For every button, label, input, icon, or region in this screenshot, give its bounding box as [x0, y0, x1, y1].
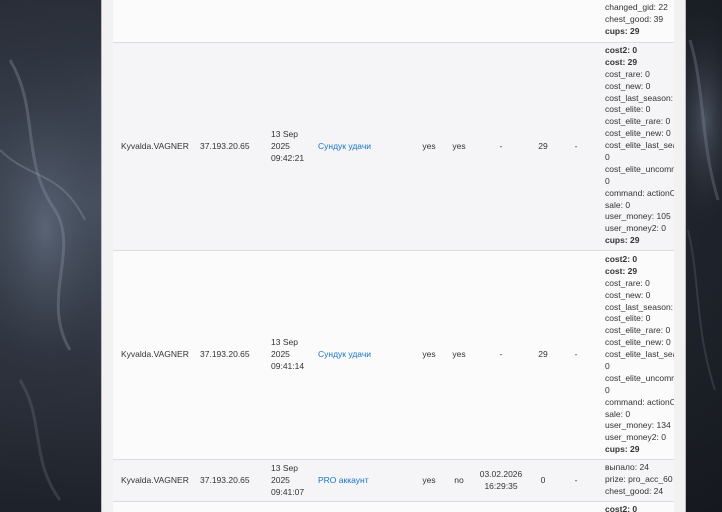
item-link[interactable]: PRO аккаунт — [318, 474, 408, 486]
extra: - — [574, 349, 578, 359]
expires: - — [499, 349, 503, 359]
flag-2: yes — [452, 141, 466, 151]
row-details: changed_gid: 22 chest_good: 39 cups: 29 — [605, 2, 674, 38]
username: Kyvalda.VAGNER — [121, 349, 189, 359]
flag-1: yes — [422, 349, 436, 359]
cost: 29 — [538, 141, 548, 151]
detail-line: chest_good: 39 — [605, 13, 664, 24]
ip-address: 37.193.20.65 — [200, 349, 250, 359]
timestamp: 13 Sep 2025 09:41:14 — [271, 337, 305, 371]
item-link[interactable]: Сундук удачи — [318, 140, 408, 152]
transaction-log-table: changed_gid: 22 chest_good: 39 cups: 29 … — [113, 0, 674, 512]
detail-line: changed_gid: 22 — [605, 2, 668, 12]
flag-2: no — [454, 475, 464, 485]
extra: - — [574, 475, 578, 485]
cost: 0 — [540, 475, 546, 485]
timestamp: 13 Sep 2025 09:41:07 — [271, 463, 305, 497]
table-row: cost2: 0 — [113, 502, 674, 512]
table-row: Kyvalda.VAGNER 37.193.20.65 13 Sep 2025 … — [113, 460, 674, 502]
expires: - — [499, 141, 503, 151]
table-row: Kyvalda.VAGNER 37.193.20.65 13 Sep 2025 … — [113, 251, 674, 460]
table-row: Kyvalda.VAGNER 37.193.20.65 13 Sep 2025 … — [113, 43, 674, 251]
username: Kyvalda.VAGNER — [121, 141, 189, 151]
timestamp: 13 Sep 2025 09:42:21 — [271, 129, 305, 163]
ip-address: 37.193.20.65 — [200, 141, 250, 151]
expires: 03.02.2026 16:29:35 — [479, 469, 523, 491]
username: Kyvalda.VAGNER — [121, 475, 189, 485]
extra: - — [574, 141, 578, 151]
flag-2: yes — [452, 349, 466, 359]
log-panel: changed_gid: 22 chest_good: 39 cups: 29 … — [101, 0, 686, 512]
flag-1: yes — [422, 141, 436, 151]
ip-address: 37.193.20.65 — [200, 475, 250, 485]
cost: 29 — [538, 349, 548, 359]
row-details: выпало: 24 prize: pro_acc_60 chest_good:… — [605, 462, 673, 496]
row-details: cost2: 0 — [605, 504, 638, 512]
detail-line: cups: 29 — [605, 25, 640, 36]
table-row: changed_gid: 22 chest_good: 39 cups: 29 — [113, 0, 674, 43]
flag-1: yes — [422, 475, 436, 485]
row-details: cost2: 0 cost: 29 cost_rare: 0 cost_new:… — [605, 45, 674, 246]
item-link[interactable]: Сундук удачи — [318, 348, 408, 360]
row-details: cost2: 0 cost: 29 cost_rare: 0 cost_new:… — [605, 254, 674, 455]
